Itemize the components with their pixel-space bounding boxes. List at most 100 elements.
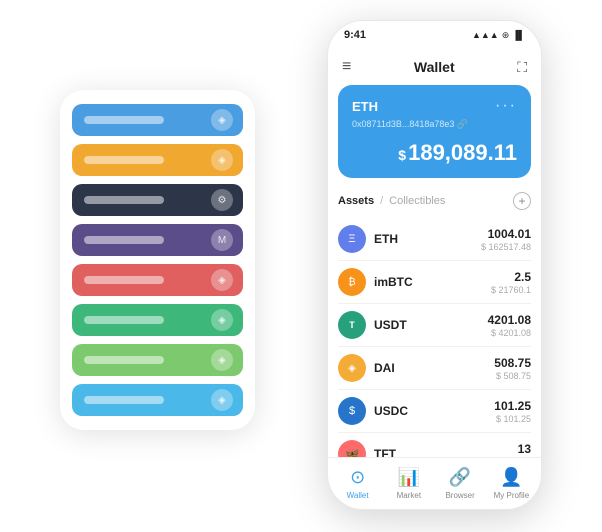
dai-icon: ◈: [338, 354, 366, 382]
list-item[interactable]: ◈: [72, 304, 243, 336]
nav-bar: ≡ Wallet ⛶: [328, 49, 541, 85]
tab-assets[interactable]: Assets: [338, 195, 374, 207]
bar-text: [84, 356, 164, 364]
bar-icon: ⚙: [211, 189, 233, 211]
asset-amount: 13: [518, 442, 531, 456]
eth-card-title: ETH: [352, 99, 378, 114]
asset-name: ETH: [374, 232, 481, 246]
list-item[interactable]: ◈: [72, 144, 243, 176]
bar-text: [84, 396, 164, 404]
asset-values: 2.5 $ 21760.1: [491, 270, 531, 295]
asset-values: 1004.01 $ 162517.48: [481, 227, 531, 252]
bottom-nav-profile[interactable]: 👤 My Profile: [486, 467, 537, 500]
asset-amount: 101.25: [494, 399, 531, 413]
bottom-nav: ⊙ Wallet 📊 Market 🔗 Browser 👤 My Profile: [328, 457, 541, 509]
list-item[interactable]: ⚙: [72, 184, 243, 216]
browser-nav-label: Browser: [445, 491, 474, 500]
asset-amount: 508.75: [494, 356, 531, 370]
browser-nav-icon: 🔗: [449, 467, 471, 488]
asset-name: USDT: [374, 318, 488, 332]
usdt-icon: T: [338, 311, 366, 339]
scene: ◈ ◈ ⚙ M ◈ ◈ ◈ ◈: [0, 0, 602, 532]
back-panel: ◈ ◈ ⚙ M ◈ ◈ ◈ ◈: [60, 90, 255, 430]
asset-usd: $ 101.25: [494, 414, 531, 424]
profile-nav-icon: 👤: [500, 467, 522, 488]
asset-values: 4201.08 $ 4201.08: [488, 313, 531, 338]
table-row[interactable]: Ξ ETH 1004.01 $ 162517.48: [338, 218, 531, 261]
asset-name: DAI: [374, 361, 494, 375]
asset-usd: $ 162517.48: [481, 242, 531, 252]
asset-usd: $ 21760.1: [491, 285, 531, 295]
bar-icon: ◈: [211, 269, 233, 291]
wallet-nav-label: Wallet: [347, 491, 369, 500]
eth-card-address: 0x08711d3B...8418a78e3 🔗: [352, 119, 517, 130]
list-item[interactable]: ◈: [72, 344, 243, 376]
eth-balance-value: 189,089.11: [408, 140, 517, 165]
table-row[interactable]: $ USDC 101.25 $ 101.25: [338, 390, 531, 433]
asset-amount: 4201.08: [488, 313, 531, 327]
assets-tabs: Assets / Collectibles: [338, 195, 445, 207]
market-nav-label: Market: [397, 491, 421, 500]
table-row[interactable]: ◈ DAI 508.75 $ 508.75: [338, 347, 531, 390]
bar-icon: ◈: [211, 389, 233, 411]
expand-icon[interactable]: ⛶: [517, 59, 527, 76]
status-time: 9:41: [344, 29, 366, 41]
list-item[interactable]: ◈: [72, 264, 243, 296]
bottom-nav-market[interactable]: 📊 Market: [383, 467, 434, 500]
tab-collectibles[interactable]: Collectibles: [389, 195, 445, 207]
battery-icon: ▐▌: [512, 30, 525, 40]
asset-usd: $ 4201.08: [488, 328, 531, 338]
bottom-nav-wallet[interactable]: ⊙ Wallet: [332, 467, 383, 500]
list-item[interactable]: M: [72, 224, 243, 256]
eth-balance-symbol: $: [398, 147, 406, 163]
hamburger-menu-icon[interactable]: ≡: [342, 58, 351, 76]
bar-text: [84, 276, 164, 284]
wallet-nav-icon: ⊙: [350, 467, 365, 488]
imbtc-icon: ₿: [338, 268, 366, 296]
signal-icon: ▲▲▲: [472, 30, 499, 40]
asset-amount: 2.5: [491, 270, 531, 284]
bar-text: [84, 236, 164, 244]
bar-icon: ◈: [211, 149, 233, 171]
asset-usd: $ 508.75: [494, 371, 531, 381]
table-row[interactable]: ₿ imBTC 2.5 $ 21760.1: [338, 261, 531, 304]
bar-text: [84, 316, 164, 324]
wifi-icon: ⊛: [502, 30, 510, 41]
bar-text: [84, 116, 164, 124]
table-row[interactable]: T USDT 4201.08 $ 4201.08: [338, 304, 531, 347]
tab-divider: /: [380, 195, 383, 207]
page-title: Wallet: [414, 59, 455, 75]
bar-text: [84, 156, 164, 164]
phone-content[interactable]: ETH ··· 0x08711d3B...8418a78e3 🔗 $189,08…: [328, 85, 541, 457]
asset-name: USDC: [374, 404, 494, 418]
market-nav-icon: 📊: [398, 467, 420, 488]
asset-name: imBTC: [374, 275, 491, 289]
usdc-icon: $: [338, 397, 366, 425]
eth-card-balance: $189,089.11: [352, 140, 517, 166]
asset-amount: 1004.01: [481, 227, 531, 241]
add-asset-button[interactable]: +: [513, 192, 531, 210]
status-bar: 9:41 ▲▲▲ ⊛ ▐▌: [328, 21, 541, 49]
bar-icon: ◈: [211, 109, 233, 131]
bar-text: [84, 196, 164, 204]
profile-nav-label: My Profile: [494, 491, 530, 500]
asset-list: Ξ ETH 1004.01 $ 162517.48 ₿ imBTC 2.5 $ …: [338, 218, 531, 457]
eth-card-menu-icon[interactable]: ···: [495, 97, 517, 115]
status-icons: ▲▲▲ ⊛ ▐▌: [472, 30, 525, 41]
asset-values: 101.25 $ 101.25: [494, 399, 531, 424]
asset-values: 13 0: [518, 442, 531, 458]
phone-mockup: 9:41 ▲▲▲ ⊛ ▐▌ ≡ Wallet ⛶ ETH ·: [327, 20, 542, 510]
asset-name: TFT: [374, 447, 518, 457]
assets-header: Assets / Collectibles +: [338, 192, 531, 210]
tft-icon: 🦋: [338, 440, 366, 457]
list-item[interactable]: ◈: [72, 384, 243, 416]
eth-card[interactable]: ETH ··· 0x08711d3B...8418a78e3 🔗 $189,08…: [338, 85, 531, 178]
eth-icon: Ξ: [338, 225, 366, 253]
bar-icon: ◈: [211, 349, 233, 371]
list-item[interactable]: ◈: [72, 104, 243, 136]
asset-values: 508.75 $ 508.75: [494, 356, 531, 381]
bar-icon: ◈: [211, 309, 233, 331]
bar-icon: M: [211, 229, 233, 251]
table-row[interactable]: 🦋 TFT 13 0: [338, 433, 531, 457]
bottom-nav-browser[interactable]: 🔗 Browser: [435, 467, 486, 500]
